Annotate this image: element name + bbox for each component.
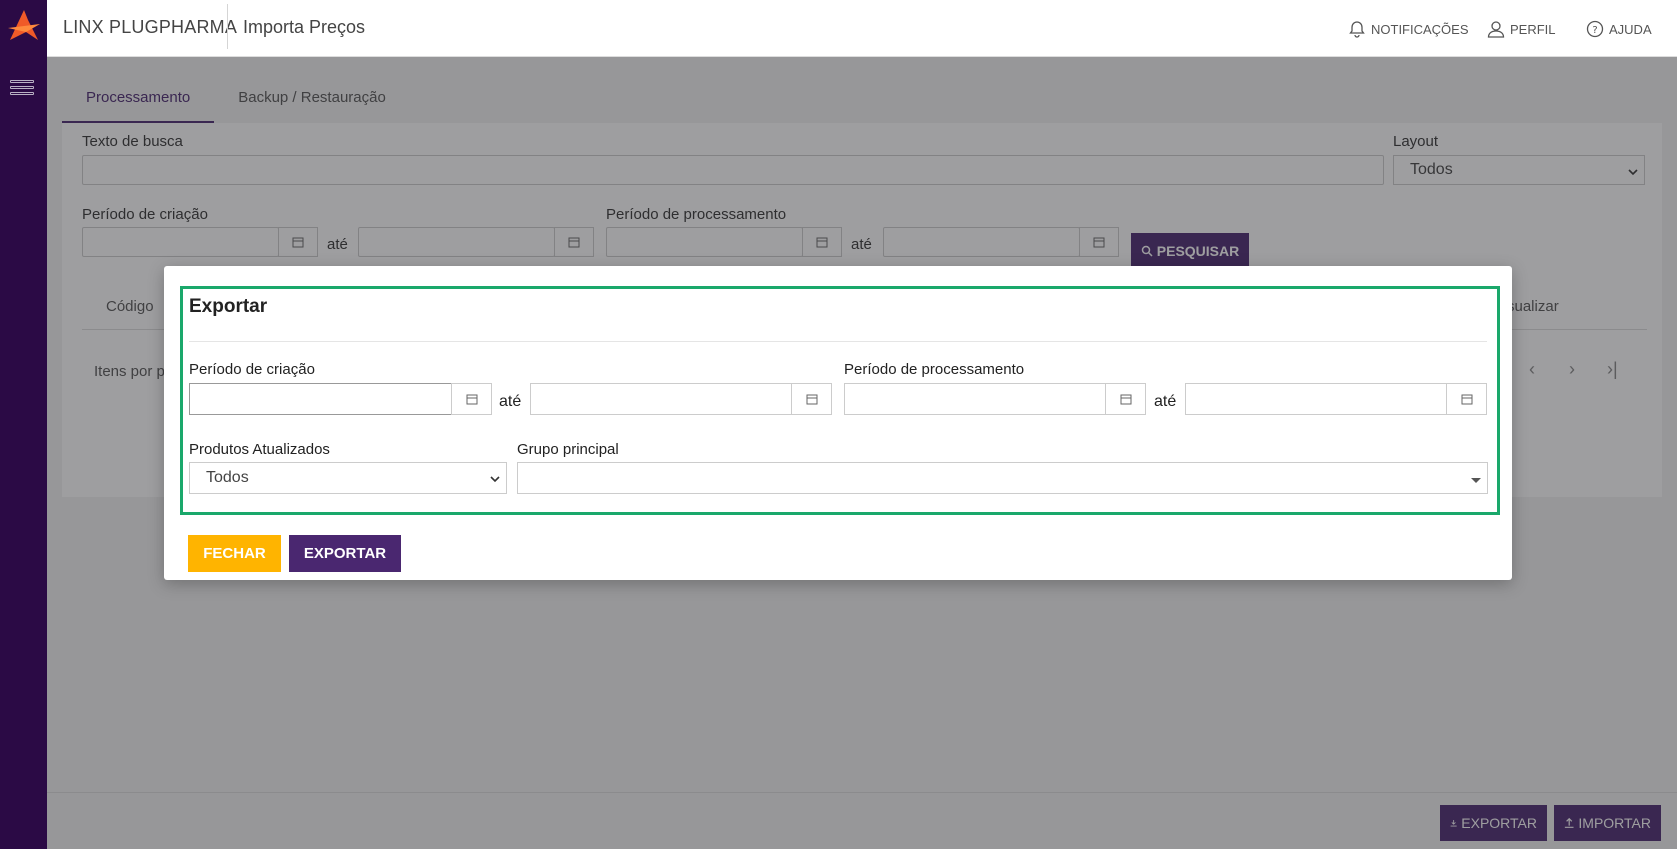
modal-creation-start-input[interactable] xyxy=(189,383,452,415)
app-name: LINX PLUGPHARMA xyxy=(63,17,238,37)
calendar-icon[interactable] xyxy=(451,383,492,415)
page-title: Importa Preços xyxy=(243,17,366,37)
header-divider xyxy=(227,4,228,49)
modal-until-label: até xyxy=(1154,393,1177,410)
calendar-icon[interactable] xyxy=(1105,383,1146,415)
notifications-button[interactable]: NOTIFICAÇÕES xyxy=(1347,19,1469,39)
modal-title: Exportar xyxy=(189,296,268,317)
modal-processing-start-input[interactable] xyxy=(844,383,1106,415)
profile-button[interactable]: PERFIL xyxy=(1486,19,1556,39)
notifications-label: NOTIFICAÇÕES xyxy=(1371,21,1469,37)
main-group-label: Grupo principal xyxy=(517,441,619,458)
calendar-icon[interactable] xyxy=(1446,383,1487,415)
updated-products-select[interactable]: Todos xyxy=(189,462,507,494)
help-label: AJUDA xyxy=(1609,21,1652,37)
top-header: LINX PLUGPHARMA Importa Preços NOTIFICAÇ… xyxy=(47,0,1677,57)
modal-export-button[interactable]: EXPORTAR xyxy=(289,535,401,572)
modal-processing-end-input[interactable] xyxy=(1185,383,1447,415)
modal-until-label: até xyxy=(499,393,522,410)
sidebar xyxy=(0,0,47,849)
export-modal: Exportar Período de criação até Período … xyxy=(164,266,1512,580)
profile-label: PERFIL xyxy=(1510,21,1556,37)
close-button[interactable]: FECHAR xyxy=(188,535,281,572)
modal-creation-period-label: Período de criação xyxy=(189,361,315,378)
main-group-select[interactable] xyxy=(517,462,1488,494)
bell-icon xyxy=(1349,21,1365,38)
help-button[interactable]: ? AJUDA xyxy=(1585,19,1652,39)
modal-separator xyxy=(189,341,1487,342)
updated-products-value: Todos xyxy=(206,469,249,486)
caret-down-icon xyxy=(1471,478,1481,483)
modal-processing-period-label: Período de processamento xyxy=(844,361,1025,378)
updated-products-label: Produtos Atualizados xyxy=(189,441,330,458)
linx-logo-icon xyxy=(8,10,40,40)
svg-text:?: ? xyxy=(1592,25,1597,36)
chevron-down-icon xyxy=(490,476,500,483)
user-icon xyxy=(1487,21,1505,38)
calendar-icon[interactable] xyxy=(791,383,832,415)
help-circle-icon: ? xyxy=(1586,20,1604,38)
hamburger-menu-icon[interactable] xyxy=(10,80,34,102)
modal-creation-end-input[interactable] xyxy=(530,383,792,415)
